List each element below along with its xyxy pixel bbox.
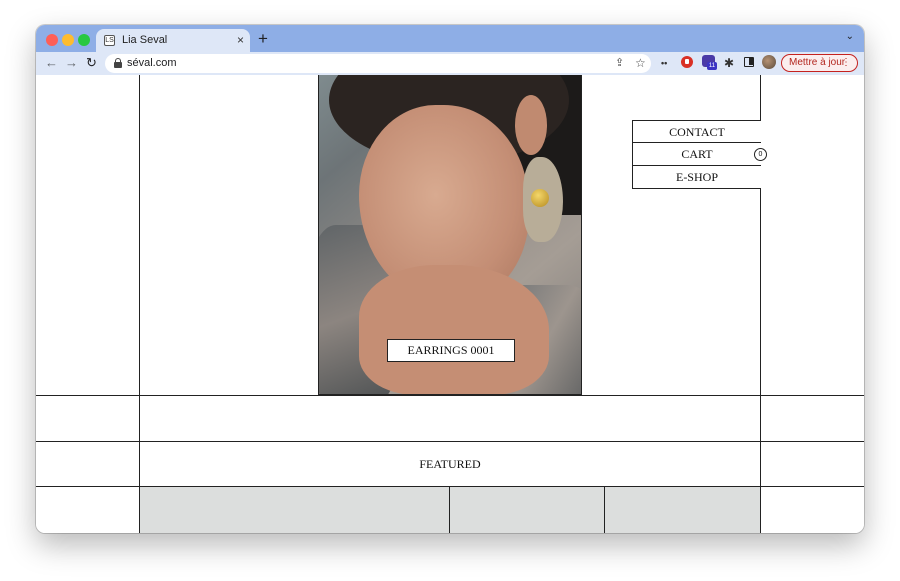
close-window-button[interactable]: [46, 34, 58, 46]
new-tab-button[interactable]: +: [258, 29, 268, 49]
product-label[interactable]: EARRINGS 0001: [387, 339, 515, 362]
tab-title: Lia Seval: [122, 34, 168, 46]
tab-search-chevron-icon[interactable]: ⌄: [846, 31, 854, 42]
password-keys-icon[interactable]: ••: [661, 56, 667, 71]
featured-section-title: FEATURED: [419, 457, 481, 471]
menu-item-eshop[interactable]: E-SHOP: [632, 166, 761, 189]
bookmark-star-icon[interactable]: ☆: [635, 56, 646, 71]
update-button[interactable]: Mettre à jour ⋮: [781, 54, 858, 72]
minimize-window-button[interactable]: [62, 34, 74, 46]
hero-product-photo[interactable]: EARRINGS 0001: [318, 75, 582, 395]
grid-line-row-1: [36, 395, 864, 396]
tab-lia-seval[interactable]: LS Lia Seval ×: [96, 29, 250, 52]
profile-avatar[interactable]: [762, 55, 776, 69]
favicon-icon: LS: [104, 35, 115, 46]
menu-item-contact[interactable]: CONTACT: [632, 120, 761, 143]
browser-window: LS Lia Seval × + ⌄ ← → ↻ séval.com ⇪ ☆ •…: [36, 25, 864, 533]
red-extension-icon[interactable]: [681, 56, 693, 68]
extensions-puzzle-icon[interactable]: ✱: [724, 56, 734, 71]
site-menu: CONTACT CART E-SHOP: [632, 120, 761, 189]
photo-earring-gold: [531, 189, 549, 207]
extension-badge: 11: [707, 62, 717, 70]
featured-thumbnail-2[interactable]: [450, 487, 604, 533]
update-button-label: Mettre à jour: [789, 57, 846, 68]
featured-thumbnail-1[interactable]: [140, 487, 449, 533]
cart-count-badge: 0: [754, 148, 767, 161]
photo-ear: [515, 95, 547, 155]
featured-thumbnail-3[interactable]: [605, 487, 760, 533]
tab-close-icon[interactable]: ×: [237, 32, 244, 48]
menu-item-cart[interactable]: CART: [632, 143, 761, 166]
address-bar[interactable]: séval.com ⇪ ☆: [105, 54, 651, 73]
page-content: EARRINGS 0001 CONTACT CART E-SHOP 0 FEAT…: [36, 75, 864, 533]
share-icon[interactable]: ⇪: [615, 56, 624, 71]
back-button[interactable]: ←: [45, 55, 58, 71]
browser-toolbar: ← → ↻ séval.com ⇪ ☆ •• 11 ✱ Mettre à jou…: [36, 52, 864, 75]
zoom-window-button[interactable]: [78, 34, 90, 46]
lock-icon[interactable]: [114, 58, 122, 68]
url-text: séval.com: [127, 57, 177, 69]
forward-button[interactable]: →: [65, 55, 78, 71]
reload-button[interactable]: ↻: [86, 55, 97, 71]
side-panel-icon[interactable]: [744, 57, 754, 67]
more-menu-icon[interactable]: ⋮: [841, 55, 851, 71]
photo-hand: [359, 265, 549, 394]
tab-bar: LS Lia Seval × + ⌄: [36, 25, 864, 52]
